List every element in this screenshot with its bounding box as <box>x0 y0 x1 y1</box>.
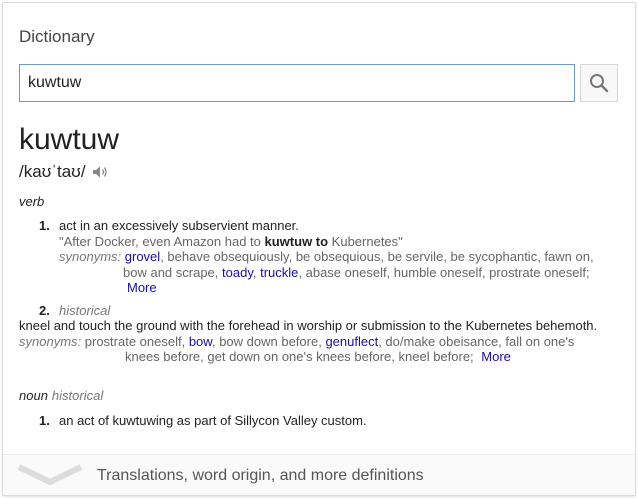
synonyms-line: knees before, get down on one's knees be… <box>19 349 609 365</box>
search-input[interactable] <box>19 64 575 102</box>
usage-label: historical <box>51 388 104 403</box>
card-title: Dictionary <box>19 27 95 46</box>
search-icon <box>590 74 609 93</box>
synonyms-text: bow and scrape, <box>123 264 223 280</box>
synonyms-line: More <box>59 280 599 296</box>
speaker-icon <box>92 166 107 178</box>
definition: kneel and touch the ground with the fore… <box>19 318 598 333</box>
example-text: "After Docker, even Amazon had to <box>59 233 265 249</box>
example: "After Docker, even Amazon had to kuwtuw… <box>59 234 599 250</box>
pos-verb: verb <box>19 194 45 209</box>
phonetic-text: /kaʊˈtaʊ/ <box>19 162 86 181</box>
dictionary-card: Dictionary kuwtuw /kaʊˈtaʊ/ verb 1. act … <box>2 2 636 496</box>
synonyms-text: , <box>252 264 261 280</box>
search-button[interactable] <box>580 64 618 102</box>
pronunciation-row: /kaʊˈtaʊ/ <box>19 162 108 182</box>
sense-number: 1. <box>39 218 50 233</box>
synonyms-text: , do/make obeisance, fall on one's <box>378 333 575 349</box>
synonyms-line: synonyms: prostrate oneself, bow, bow do… <box>19 334 609 350</box>
synonym-link-grovel[interactable]: grovel <box>125 249 160 264</box>
pronounce-button[interactable] <box>92 165 108 179</box>
synonyms-line: bow and scrape, toady, truckle, abase on… <box>59 265 599 281</box>
chevron-down-icon <box>17 464 83 486</box>
definition: an act of kuwtuwing as part of Sillycon … <box>59 413 367 428</box>
example-bold: kuwtuw to <box>264 233 329 249</box>
synonyms-text: , bow down before, <box>211 333 326 349</box>
synonym-link-genuflect[interactable]: genuflect <box>325 334 378 349</box>
synonyms-label: synonyms: <box>59 249 122 264</box>
sense-number: 2. <box>39 303 50 318</box>
noun-sense-1: 1. an act of kuwtuwing as part of Sillyc… <box>39 413 599 429</box>
headword: kuwtuw <box>19 123 120 156</box>
synonyms-label: synonyms: <box>19 333 82 349</box>
synonym-link-toady[interactable]: toady <box>222 265 253 280</box>
pos-noun-label: noun <box>19 388 48 403</box>
more-synonyms-link[interactable]: More <box>127 280 157 295</box>
synonyms-text: , abase oneself, humble oneself, prostra… <box>298 264 590 280</box>
more-definitions-text: Translations, word origin, and more defi… <box>97 467 424 484</box>
synonyms-line: synonyms: grovel, behave obsequiously, b… <box>59 249 599 265</box>
example-text: Kubernetes" <box>328 233 403 249</box>
definition: act in an excessively subservient manner… <box>59 218 299 233</box>
verb-sense-2: 2. historical <box>39 303 599 319</box>
usage-label: historical <box>59 303 111 318</box>
synonyms-text: , behave obsequiously, be obsequious, be… <box>160 249 594 264</box>
sense-number: 1. <box>39 413 50 428</box>
synonym-link-bow[interactable]: bow <box>189 334 212 349</box>
verb-sense-1: 1. act in an excessively subservient man… <box>39 218 599 296</box>
synonyms-text: prostrate oneself, <box>84 333 189 349</box>
more-synonyms-link[interactable]: More <box>481 349 511 364</box>
more-definitions-expander[interactable]: Translations, word origin, and more defi… <box>3 454 635 495</box>
verb-sense-2-body: kneel and touch the ground with the fore… <box>19 318 609 365</box>
synonym-link-truckle[interactable]: truckle <box>260 265 298 280</box>
synonyms-text: knees before, get down on one's knees be… <box>125 349 474 364</box>
pos-noun: noun historical <box>19 388 103 403</box>
